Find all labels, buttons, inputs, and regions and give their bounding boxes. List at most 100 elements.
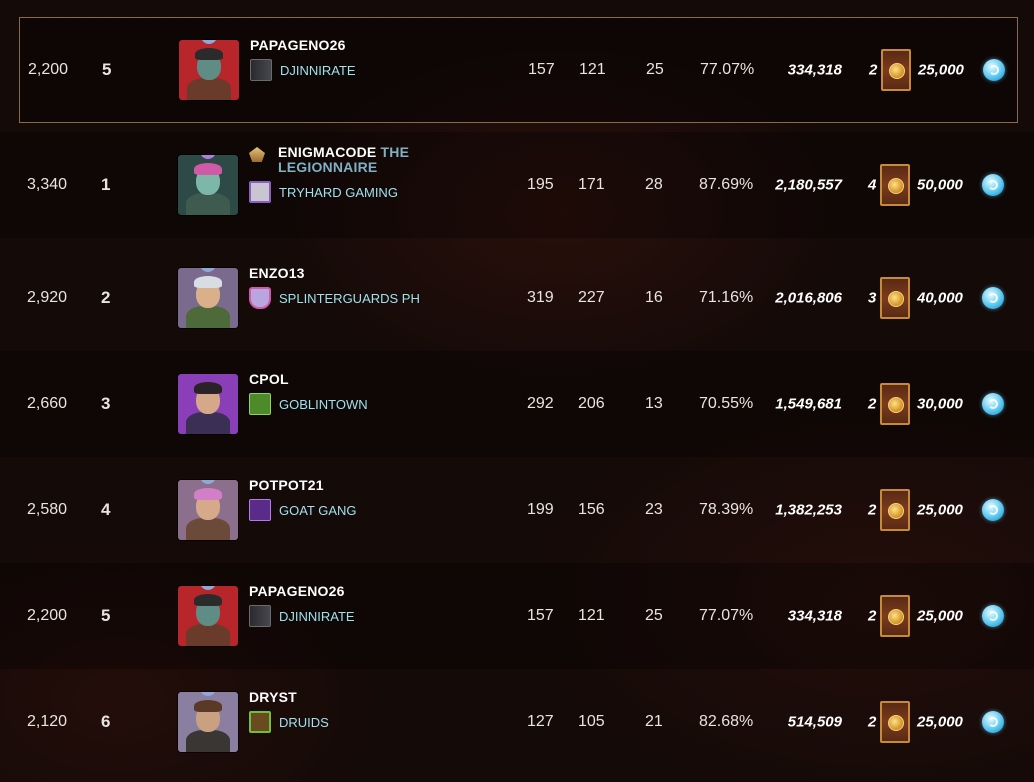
player-avatar[interactable] [178, 268, 238, 328]
player-info: PAPAGENO26 DJINNIRATE [249, 584, 489, 627]
rank-value: 2 [101, 288, 111, 307]
stat-streak: 23 [645, 501, 663, 518]
reward-chest-icon [880, 164, 910, 206]
player-name[interactable]: PAPAGENO26 [249, 584, 489, 599]
reward-chest-icon [880, 701, 910, 743]
chest-count: 2 [868, 395, 877, 413]
stat-battles: 292 [527, 395, 554, 412]
stat-wins: 227 [578, 289, 605, 306]
guild-name: DJINNIRATE [279, 608, 355, 624]
guild-name: DRUIDS [279, 714, 329, 730]
goblin-icon [249, 393, 271, 415]
player-name[interactable]: CPOL [249, 372, 489, 387]
chest-count: 3 [868, 289, 877, 307]
guild-link[interactable]: DRUIDS [249, 711, 489, 733]
chest-count: 2 [868, 501, 877, 519]
guild-name: SPLINTERGUARDS PH [279, 290, 420, 306]
player-avatar[interactable] [178, 586, 238, 646]
leaderboard-row[interactable]: 3,340 1 ENIGMACODE THE LEGIONNAIRE TRYHA… [0, 132, 1034, 238]
reward-amount: 25,000 [918, 61, 964, 79]
player-info: ENZO13 SPLINTERGUARDS PH [249, 266, 489, 309]
collection-power: 334,318 [787, 607, 842, 625]
reward-chest-icon [880, 595, 910, 637]
hooded-figure-icon [249, 181, 271, 203]
sps-token-icon [982, 393, 1004, 415]
reward-amount: 30,000 [917, 395, 963, 413]
stat-streak: 13 [645, 395, 663, 412]
leaderboard-row[interactable]: 2,920 2 ENZO13 SPLINTERGUARDS PH 319 227… [0, 245, 1034, 351]
reward-amount: 25,000 [917, 713, 963, 731]
player-info: CPOL GOBLINTOWN [249, 372, 489, 415]
stat-wins: 206 [578, 395, 605, 412]
rating-value: 2,920 [27, 289, 68, 306]
stat-streak: 28 [645, 176, 663, 193]
win-percentage: 87.69% [699, 176, 754, 193]
stat-streak: 25 [645, 607, 663, 624]
win-percentage: 77.07% [699, 607, 754, 624]
player-info: POTPOT21 GOAT GANG [249, 478, 489, 521]
win-percentage: 70.55% [699, 395, 754, 412]
sps-token-icon [982, 287, 1004, 309]
stat-battles: 157 [528, 61, 555, 78]
collection-power: 2,016,806 [775, 289, 842, 307]
reward-chest-icon [880, 489, 910, 531]
guild-name: GOAT GANG [279, 502, 357, 518]
chest-count: 4 [868, 176, 877, 194]
stat-battles: 195 [527, 176, 554, 193]
chest-count: 2 [868, 607, 877, 625]
guild-link[interactable]: GOBLINTOWN [249, 393, 489, 415]
sps-token-icon [982, 711, 1004, 733]
guild-link[interactable]: GOAT GANG [249, 499, 489, 521]
guild-link[interactable]: DJINNIRATE [250, 59, 490, 81]
guild-name: DJINNIRATE [280, 62, 356, 78]
collection-power: 334,318 [787, 61, 842, 79]
rating-value: 2,660 [27, 395, 68, 412]
guild-link[interactable]: TRYHARD GAMING [249, 181, 489, 203]
player-name[interactable]: POTPOT21 [249, 478, 489, 493]
guild-link[interactable]: DJINNIRATE [249, 605, 489, 627]
rank-value: 6 [101, 712, 111, 731]
reward-amount: 25,000 [917, 607, 963, 625]
leaderboard-row[interactable]: 2,120 6 DRYST DRUIDS 127 105 21 82.68% 5… [0, 669, 1034, 775]
player-name[interactable]: PAPAGENO26 [250, 38, 490, 53]
sps-token-icon [982, 605, 1004, 627]
player-avatar[interactable] [179, 40, 239, 100]
win-percentage: 82.68% [699, 713, 754, 730]
player-name[interactable]: ENZO13 [249, 266, 489, 281]
leaderboard-row[interactable]: 2,580 4 POTPOT21 GOAT GANG 199 156 23 78… [0, 457, 1034, 563]
chest-count: 2 [869, 61, 878, 79]
sps-token-icon [983, 59, 1005, 81]
player-avatar[interactable] [178, 374, 238, 434]
player-info: PAPAGENO26 DJINNIRATE [250, 38, 490, 81]
leaderboard-row[interactable]: 2,660 3 CPOL GOBLINTOWN 292 206 13 70.55… [0, 351, 1034, 457]
rating-value: 2,580 [27, 501, 68, 518]
stat-wins: 121 [579, 61, 606, 78]
player-avatar[interactable] [178, 480, 238, 540]
player-name[interactable]: DRYST [249, 690, 489, 705]
player-avatar[interactable] [178, 692, 238, 752]
collection-power: 1,382,253 [775, 501, 842, 519]
guild-banner-icon [249, 605, 271, 627]
stat-streak: 16 [645, 289, 663, 306]
win-percentage: 71.16% [699, 289, 754, 306]
stat-streak: 21 [645, 713, 663, 730]
guild-name: GOBLINTOWN [279, 396, 368, 412]
reward-chest-icon [881, 49, 911, 91]
player-name[interactable]: ENIGMACODE THE LEGIONNAIRE [249, 145, 489, 175]
stat-wins: 171 [578, 176, 605, 193]
stat-battles: 157 [527, 607, 554, 624]
player-avatar[interactable] [178, 155, 238, 215]
guild-link[interactable]: SPLINTERGUARDS PH [249, 287, 489, 309]
rank-value: 5 [101, 606, 111, 625]
collection-power: 514,509 [787, 713, 842, 731]
guild-banner-icon [250, 59, 272, 81]
leaderboard-row[interactable]: 2,200 5 PAPAGENO26 DJINNIRATE 157 121 25… [0, 563, 1034, 669]
leaderboard-row-current-player[interactable]: 2,200 5 PAPAGENO26 DJINNIRATE 157 121 25… [19, 17, 1018, 123]
sps-token-icon [982, 174, 1004, 196]
stat-streak: 25 [646, 61, 664, 78]
shield-icon [249, 287, 271, 309]
rank-value: 4 [101, 500, 111, 519]
rating-value: 2,200 [28, 61, 69, 78]
stat-battles: 127 [527, 713, 554, 730]
stat-battles: 199 [527, 501, 554, 518]
